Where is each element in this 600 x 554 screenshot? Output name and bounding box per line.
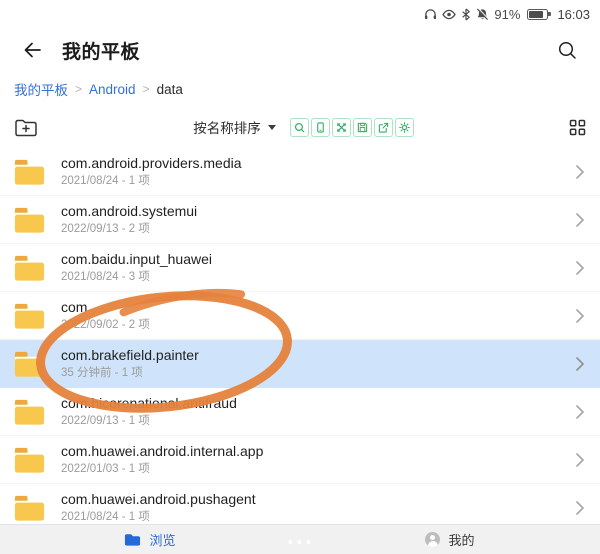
sort-dropdown[interactable]: 按名称排序: [193, 117, 276, 137]
folder-meta: 2022/09/13 - 2 项: [61, 222, 197, 236]
chevron-right-icon: [576, 453, 584, 467]
chevron-right-icon: [576, 309, 584, 323]
chevron-right-icon: [576, 405, 584, 419]
breadcrumb-item-android[interactable]: Android: [89, 82, 136, 97]
nav-dots-indicator: [288, 540, 310, 544]
chevron-right-icon: [576, 213, 584, 227]
chevron-down-icon: [268, 125, 276, 130]
folder-row[interactable]: com.baidu.input_huawei 2021/08/24 - 3 项: [0, 244, 600, 292]
tab-mine-label: 我的: [448, 530, 474, 549]
headset-icon: [424, 8, 437, 21]
folder-icon: [12, 493, 47, 523]
folder-row[interactable]: com 2022/09/02 - 2 项: [0, 292, 600, 340]
resize-icon[interactable]: [332, 118, 351, 137]
folder-row-selected[interactable]: com.brakefield.painter 35 分钟前 - 1 项: [0, 340, 600, 388]
folder-icon: [12, 157, 47, 187]
folder-icon: [12, 253, 47, 283]
folder-name: com.baidu.input_huawei: [61, 251, 212, 268]
browse-folder-icon: [124, 532, 141, 547]
tab-browse[interactable]: 浏览: [0, 525, 300, 554]
battery-percent: 91%: [494, 7, 520, 22]
folder-row[interactable]: com.android.systemui 2022/09/13 - 2 项: [0, 196, 600, 244]
file-manager-screen: 91% 16:03 我的平板 我的平板 > Android > data 按名称…: [0, 0, 600, 554]
folder-row[interactable]: com.android.providers.media 2021/08/24 - …: [0, 148, 600, 196]
device-screen-icon[interactable]: [311, 118, 330, 137]
folder-name: com: [61, 299, 150, 316]
magnifier-icon[interactable]: [290, 118, 309, 137]
header: 我的平板: [0, 28, 600, 72]
bluetooth-icon: [461, 8, 471, 21]
folder-name: com.brakefield.painter: [61, 347, 199, 364]
toolbar: 按名称排序: [0, 106, 600, 148]
save-icon[interactable]: [353, 118, 372, 137]
notifications-muted-icon: [476, 8, 489, 21]
bottom-tab-bar: 浏览 我的: [0, 524, 600, 554]
breadcrumb-item-root[interactable]: 我的平板: [14, 79, 68, 99]
eye-comfort-icon: [442, 8, 456, 21]
export-icon[interactable]: [374, 118, 393, 137]
breadcrumb-separator: >: [143, 82, 150, 96]
folder-row[interactable]: com.hicorenational.antifraud 2022/09/13 -…: [0, 388, 600, 436]
chevron-right-icon: [576, 165, 584, 179]
file-list: com.android.providers.media 2021/08/24 - …: [0, 148, 600, 532]
tab-mine[interactable]: 我的: [300, 525, 600, 554]
folder-name: com.android.providers.media: [61, 155, 242, 172]
folder-icon: [12, 445, 47, 475]
folder-icon: [12, 349, 47, 379]
sort-label: 按名称排序: [193, 117, 261, 137]
chevron-right-icon: [576, 357, 584, 371]
folder-icon: [12, 301, 47, 331]
tab-browse-label: 浏览: [149, 530, 175, 549]
battery-icon: [527, 9, 548, 20]
folder-meta: 2021/08/24 - 1 项: [61, 174, 242, 188]
back-button[interactable]: [20, 38, 44, 62]
chevron-right-icon: [576, 501, 584, 515]
folder-name: com.hicorenational.antifraud: [61, 395, 237, 412]
folder-meta: 2021/08/24 - 1 项: [61, 510, 256, 524]
folder-name: com.huawei.android.pushagent: [61, 491, 256, 508]
chevron-right-icon: [576, 261, 584, 275]
folder-icon: [12, 205, 47, 235]
clock: 16:03: [557, 7, 590, 22]
folder-meta: 2022/09/13 - 1 项: [61, 414, 237, 428]
new-folder-button[interactable]: [14, 117, 38, 138]
settings-gear-icon[interactable]: [395, 118, 414, 137]
folder-row[interactable]: com.huawei.android.internal.app 2022/01/0…: [0, 436, 600, 484]
user-avatar-icon: [425, 532, 440, 547]
folder-name: com.android.systemui: [61, 203, 197, 220]
folder-meta: 2022/09/02 - 2 项: [61, 318, 150, 332]
breadcrumb-item-data: data: [157, 82, 183, 97]
folder-meta: 2021/08/24 - 3 项: [61, 270, 212, 284]
breadcrumb-separator: >: [75, 82, 82, 96]
folder-name: com.huawei.android.internal.app: [61, 443, 263, 460]
page-title: 我的平板: [62, 37, 140, 64]
search-button[interactable]: [554, 37, 580, 63]
folder-icon: [12, 397, 47, 427]
status-bar: 91% 16:03: [0, 0, 600, 28]
folder-meta: 2022/01/03 - 1 项: [61, 462, 263, 476]
breadcrumb: 我的平板 > Android > data: [0, 72, 600, 106]
grid-view-button[interactable]: [569, 119, 586, 136]
folder-meta: 35 分钟前 - 1 项: [61, 366, 199, 380]
mini-toolbar: [290, 118, 414, 137]
